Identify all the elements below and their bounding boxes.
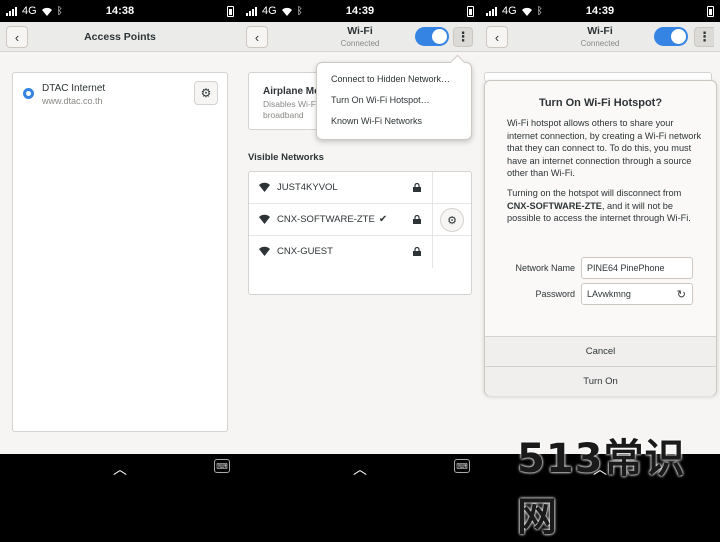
divider <box>432 172 433 204</box>
kebab-menu-icon: ⋮ <box>698 29 711 44</box>
wifi-status-icon <box>41 7 52 16</box>
bluetooth-icon: ᛒ <box>56 5 63 17</box>
checkmark-icon: ✔ <box>378 214 388 225</box>
gear-icon: ⚙ <box>200 86 212 100</box>
hotspot-dialog: Turn On Wi-Fi Hotspot? Wi-Fi hotspot all… <box>484 80 717 396</box>
access-point-settings-button[interactable]: ⚙ <box>194 81 218 105</box>
chevron-up-icon[interactable]: ︿ <box>353 459 367 479</box>
network-row[interactable]: JUST4KYVOL <box>249 172 471 204</box>
battery-icon <box>227 5 234 17</box>
access-point-name: DTAC Internet <box>42 83 106 94</box>
bluetooth-icon: ᛒ <box>536 5 543 17</box>
password-label: Password <box>535 289 575 299</box>
network-name-field[interactable]: PINE64 PinePhone <box>581 257 693 279</box>
dialog-warning: Turning on the hotspot will disconnect f… <box>507 187 703 225</box>
password-field[interactable]: LAvwkmng ↻ <box>581 283 693 305</box>
airplane-mode-description: Disables Wi-Fi broadband <box>263 99 318 120</box>
clock: 14:39 <box>345 5 375 17</box>
menu-item-turn-on-hotspot[interactable]: Turn On Wi-Fi Hotspot… <box>331 95 430 105</box>
network-name-bold: CNX-SOFTWARE-ZTE <box>507 200 602 211</box>
network-row[interactable]: CNX-GUEST <box>249 236 471 268</box>
screen-hotspot-dialog: 4G ᛒ 14:39 ‹ Wi-Fi Connected ⋮ Turn On W… <box>480 0 720 480</box>
battery-icon <box>467 5 474 17</box>
network-type: 4G <box>22 5 37 17</box>
turn-on-button[interactable]: Turn On <box>485 366 716 396</box>
page-title: Access Points <box>84 30 156 43</box>
menu-item-known-networks[interactable]: Known Wi-Fi Networks <box>331 116 422 126</box>
battery-icon <box>707 5 714 17</box>
wifi-signal-icon <box>259 182 270 192</box>
wifi-popover-menu: Connect to Hidden Network… Turn On Wi-Fi… <box>316 62 472 140</box>
network-list: JUST4KYVOL CNX-SOFTWARE-ZTE ✔ ⚙ CNX-GUEST <box>248 171 472 295</box>
screen-access-points: 4G ᛒ 14:38 ‹ Access Points DTAC Internet… <box>0 0 240 480</box>
bluetooth-icon: ᛒ <box>296 5 303 17</box>
wifi-toggle[interactable] <box>654 27 688 46</box>
clock: 14:39 <box>585 5 615 17</box>
network-type: 4G <box>262 5 277 17</box>
divider <box>432 236 433 268</box>
menu-button[interactable]: ⋮ <box>694 27 714 47</box>
password-value: LAvwkmng <box>587 289 631 299</box>
refresh-icon[interactable]: ↻ <box>677 288 686 301</box>
status-bar: 4G ᛒ 14:39 <box>240 0 480 22</box>
network-type: 4G <box>502 5 517 17</box>
signal-icon <box>246 6 257 16</box>
network-name-label: Network Name <box>515 263 575 273</box>
dialog-warning-pre: Turning on the hotspot will disconnect f… <box>507 188 682 198</box>
cancel-button[interactable]: Cancel <box>485 336 716 366</box>
radio-selected-icon[interactable] <box>23 88 34 99</box>
access-point-list: DTAC Internet www.dtac.co.th ⚙ <box>12 72 228 432</box>
status-bar: 4G ᛒ 14:38 <box>0 0 240 22</box>
wifi-signal-icon <box>259 246 270 256</box>
network-name-wrap: CNX-SOFTWARE-ZTE ✔ <box>277 214 387 225</box>
divider <box>432 204 433 236</box>
kebab-menu-icon: ⋮ <box>456 29 470 44</box>
signal-icon <box>6 6 17 16</box>
dialog-description: Wi-Fi hotspot allows others to share you… <box>507 118 702 179</box>
menu-item-connect-hidden[interactable]: Connect to Hidden Network… <box>331 74 450 84</box>
lock-icon <box>413 247 421 256</box>
signal-icon <box>486 6 497 16</box>
lock-icon <box>413 183 421 192</box>
lock-icon <box>413 215 421 224</box>
clock: 14:38 <box>105 5 135 17</box>
header-bar: ‹ Wi-Fi Connected ⋮ <box>480 22 720 52</box>
menu-button[interactable]: ⋮ <box>453 27 473 47</box>
network-settings-button[interactable]: ⚙ <box>440 208 464 232</box>
wifi-toggle[interactable] <box>415 27 449 46</box>
section-title: Visible Networks <box>248 152 324 163</box>
network-name: CNX-SOFTWARE-ZTE <box>277 214 375 225</box>
nav-bar: ︿ ⌨ <box>240 454 480 480</box>
chevron-up-icon[interactable]: ︿ <box>113 459 127 479</box>
access-point-apn: www.dtac.co.th <box>42 96 103 106</box>
wifi-status-icon <box>521 7 532 16</box>
keyboard-icon[interactable]: ⌨ <box>454 459 470 473</box>
network-name: JUST4KYVOL <box>277 182 338 193</box>
keyboard-icon[interactable]: ⌨ <box>214 459 230 473</box>
status-bar: 4G ᛒ 14:39 <box>480 0 720 22</box>
dialog-title: Turn On Wi-Fi Hotspot? <box>538 97 663 109</box>
header-bar: ‹ Wi-Fi Connected ⋮ <box>240 22 480 52</box>
watermark: 513常识网 <box>517 436 686 540</box>
network-name: CNX-GUEST <box>277 246 333 257</box>
airplane-mode-title: Airplane Mo <box>263 86 321 97</box>
network-row[interactable]: CNX-SOFTWARE-ZTE ✔ ⚙ <box>249 204 471 236</box>
nav-bar: ︿ ⌨ <box>0 454 240 480</box>
gear-icon: ⚙ <box>447 214 457 227</box>
network-name-value: PINE64 PinePhone <box>587 263 665 273</box>
header-bar: ‹ Access Points <box>0 22 240 52</box>
wifi-status-icon <box>281 7 292 16</box>
wifi-signal-icon <box>259 214 270 224</box>
